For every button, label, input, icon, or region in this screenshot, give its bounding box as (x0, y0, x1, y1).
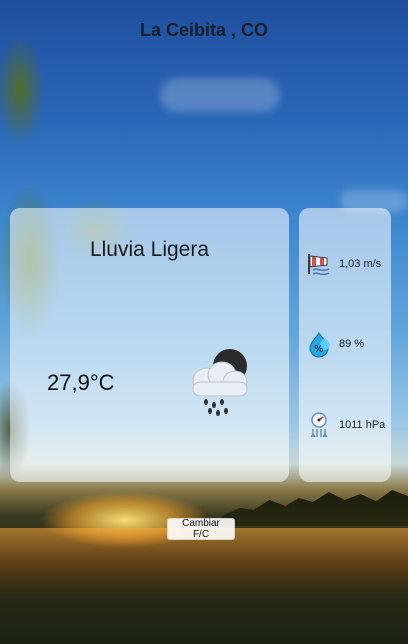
metric-humidity: % 89 % (305, 329, 387, 359)
weather-details-card: 1,03 m/s % 89 % 1011 hPa (299, 208, 391, 482)
metric-wind: 1,03 m/s (305, 249, 387, 279)
toggle-units-button[interactable]: Cambiar F/C (167, 518, 235, 540)
background-cloud (160, 78, 280, 112)
humidity-value: 89 % (339, 338, 365, 350)
temperature-value: 27,9°C (47, 370, 115, 395)
pressure-value: 1011 hPa (339, 419, 386, 431)
metric-pressure: 1011 hPa (305, 410, 387, 440)
night-rain-cloud-icon (192, 349, 248, 416)
current-weather-card: Lluvia Ligera 27,9°C (10, 208, 289, 482)
humidity-drop-icon: % (309, 332, 330, 358)
wind-speed-value: 1,03 m/s (339, 258, 382, 270)
pressure-gauge-icon (310, 412, 328, 438)
svg-text:%: % (314, 344, 324, 355)
windsock-icon (308, 254, 330, 276)
city-title: La Ceibita , CO (139, 20, 269, 40)
weather-condition: Lluvia Ligera (89, 238, 210, 261)
